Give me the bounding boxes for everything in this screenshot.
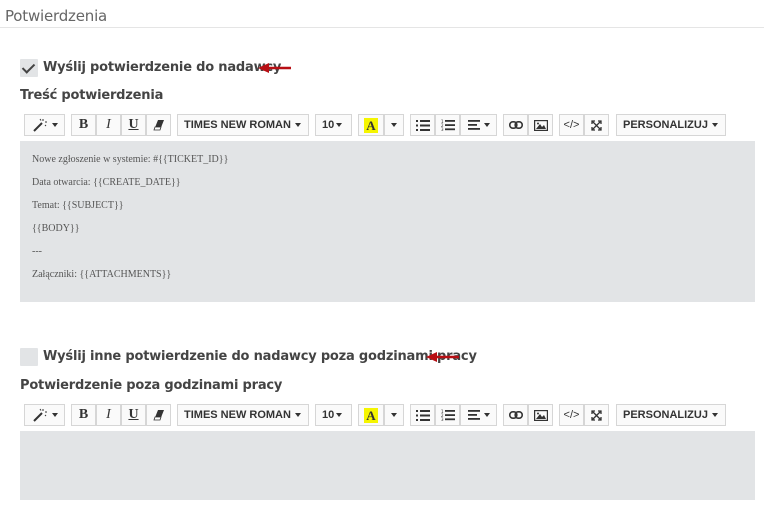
personalize-label: PERSONALIZUJ — [623, 409, 708, 421]
svg-text:3: 3 — [441, 127, 444, 131]
numbered-list-icon: 1 2 3 — [441, 409, 455, 421]
text-color-button[interactable]: A — [358, 404, 384, 426]
send-confirmation-row[interactable]: Wyślij potwierdzenie do nadawcy — [20, 59, 320, 77]
editor-line: Data otwarcia: {{CREATE_DATE}} — [32, 177, 181, 188]
fullscreen-button[interactable] — [584, 114, 609, 136]
fullscreen-icon — [591, 409, 602, 421]
magic-wand-icon — [32, 408, 47, 422]
svg-text:3: 3 — [441, 417, 444, 421]
numbered-list-button[interactable]: 1 2 3 — [435, 404, 460, 426]
bullet-list-icon — [415, 409, 430, 421]
numbered-list-button[interactable]: 1 2 3 — [435, 114, 460, 136]
code-view-icon: </> — [563, 409, 580, 421]
image-icon — [533, 409, 548, 421]
red-arrow-icon — [258, 63, 291, 73]
code-view-icon: </> — [563, 119, 580, 131]
fullscreen-button[interactable] — [584, 404, 609, 426]
link-icon — [508, 411, 523, 419]
image-icon — [533, 119, 548, 131]
text-color-dropdown[interactable] — [384, 404, 404, 426]
red-arrow-icon — [426, 352, 459, 362]
clear-format-button[interactable] — [146, 114, 171, 136]
send-confirmation-checkbox[interactable] — [20, 59, 38, 77]
editor-line: Nowe zgłoszenie w systemie: #{{TICKET_ID… — [32, 154, 229, 165]
bullet-list-button[interactable] — [410, 114, 435, 136]
after-hours-content-label: Potwierdzenie poza godzinami pracy — [20, 378, 283, 393]
link-icon — [508, 121, 523, 129]
personalize-dropdown[interactable]: PERSONALIZUJ — [616, 404, 726, 426]
insert-link-button[interactable] — [503, 404, 528, 426]
insert-image-button[interactable] — [528, 114, 553, 136]
after-hours-row[interactable]: Wyślij inne potwierdzenie do nadawcy poz… — [20, 348, 480, 366]
editor-line: {{BODY}} — [32, 223, 80, 234]
text-color-dropdown[interactable] — [384, 114, 404, 136]
page-header: Potwierdzenia — [0, 0, 764, 28]
magic-wand-icon — [32, 118, 47, 132]
eraser-icon — [152, 120, 164, 131]
bullet-list-button[interactable] — [410, 404, 435, 426]
font-family-select[interactable]: TIMES NEW ROMAN — [177, 404, 309, 426]
paragraph-align-button[interactable] — [460, 404, 497, 426]
editor-line: Temat: {{SUBJECT}} — [32, 200, 124, 211]
text-color-icon: A — [364, 407, 378, 423]
text-color-icon: A — [364, 117, 378, 133]
insert-link-button[interactable] — [503, 114, 528, 136]
after-hours-label[interactable]: Wyślij inne potwierdzenie do nadawcy poz… — [43, 349, 477, 364]
code-view-button[interactable]: </> — [559, 114, 584, 136]
code-view-button[interactable]: </> — [559, 404, 584, 426]
personalize-label: PERSONALIZUJ — [623, 119, 708, 131]
magic-wand-button[interactable] — [24, 404, 65, 426]
confirmation-content-label: Treść potwierdzenia — [20, 88, 164, 103]
bold-button[interactable]: B — [71, 404, 96, 426]
numbered-list-icon: 1 2 3 — [441, 119, 455, 131]
italic-button[interactable]: I — [96, 404, 121, 426]
underline-button[interactable]: U — [121, 114, 146, 136]
clear-format-button[interactable] — [146, 404, 171, 426]
align-icon — [467, 120, 480, 130]
bold-button[interactable]: B — [71, 114, 96, 136]
insert-image-button[interactable] — [528, 404, 553, 426]
editor-toolbar: B I U TIMES NEW ROMAN 10 A 1 2 3 </> PER… — [24, 114, 728, 138]
font-family-value: TIMES NEW ROMAN — [184, 119, 291, 131]
send-confirmation-label[interactable]: Wyślij potwierdzenie do nadawcy — [43, 60, 281, 75]
font-size-value: 10 — [322, 119, 335, 131]
editor-line: Załączniki: {{ATTACHMENTS}} — [32, 269, 172, 280]
after-hours-checkbox[interactable] — [20, 348, 38, 366]
editor-line: --- — [32, 246, 42, 257]
font-size-value: 10 — [322, 409, 335, 421]
magic-wand-button[interactable] — [24, 114, 65, 136]
checkmark-icon — [21, 60, 36, 74]
font-family-select[interactable]: TIMES NEW ROMAN — [177, 114, 309, 136]
fullscreen-icon — [591, 119, 602, 131]
align-icon — [467, 410, 480, 420]
font-family-value: TIMES NEW ROMAN — [184, 409, 291, 421]
paragraph-align-button[interactable] — [460, 114, 497, 136]
editor-toolbar-after-hours: B I U TIMES NEW ROMAN 10 A 1 2 3 </> PER… — [24, 404, 728, 428]
confirmation-editor[interactable]: Nowe zgłoszenie w systemie: #{{TICKET_ID… — [20, 141, 755, 302]
text-color-button[interactable]: A — [358, 114, 384, 136]
personalize-dropdown[interactable]: PERSONALIZUJ — [616, 114, 726, 136]
underline-button[interactable]: U — [121, 404, 146, 426]
font-size-select[interactable]: 10 — [315, 114, 352, 136]
italic-button[interactable]: I — [96, 114, 121, 136]
page-title: Potwierdzenia — [5, 7, 108, 25]
bullet-list-icon — [415, 119, 430, 131]
eraser-icon — [152, 410, 164, 421]
after-hours-editor[interactable] — [20, 431, 755, 500]
font-size-select[interactable]: 10 — [315, 404, 352, 426]
